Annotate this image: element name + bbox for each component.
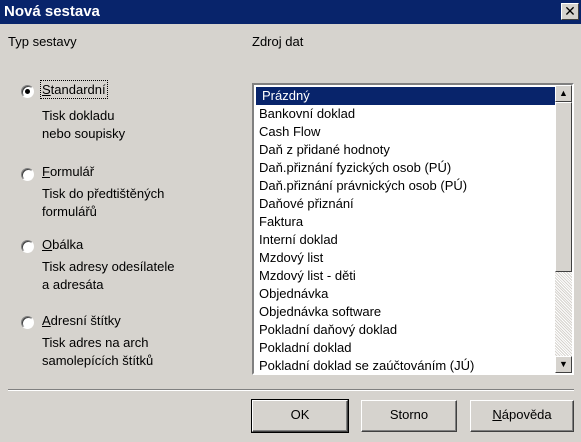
dialog-title: Nová sestava (4, 3, 100, 20)
radio-obalka[interactable] (21, 240, 34, 253)
list-item[interactable]: Objednávka software (256, 303, 556, 321)
report-type-heading: Typ sestavy (8, 34, 77, 49)
scroll-down-arrow-icon[interactable]: ▼ (555, 356, 572, 373)
title-bar[interactable]: Nová sestava ✕ (0, 0, 581, 24)
list-item[interactable]: Daň.přiznání fyzických osob (PÚ) (256, 159, 556, 177)
option-adresni-stitky-label[interactable]: Adresní štítky (42, 313, 121, 328)
radio-standardni[interactable] (21, 85, 34, 98)
option-obalka-desc1: Tisk adresy odesílatele (42, 259, 175, 274)
data-source-items: Prázdný Bankovní doklad Cash Flow Daň z … (256, 87, 556, 373)
radio-selected-dot (25, 89, 30, 94)
option-adresni-stitky-accel: A (42, 313, 51, 328)
list-item[interactable]: Pokladní doklad (256, 339, 556, 357)
option-standardni-rest: tandardní (50, 82, 106, 97)
help-button[interactable]: Nápověda (470, 400, 574, 432)
option-standardni-desc2: nebo soupisky (42, 126, 126, 141)
option-standardni-desc: Tisk dokladu nebo soupisky (42, 107, 125, 143)
help-button-rest: ápověda (501, 407, 552, 422)
option-obalka-accel: O (42, 237, 53, 252)
option-adresni-stitky-desc1: Tisk adres na arch (42, 335, 149, 350)
separator (8, 389, 574, 391)
option-adresni-stitky-rest: dresní štítky (50, 313, 121, 328)
vertical-scrollbar[interactable]: ▲ ▼ (555, 85, 572, 373)
option-formular-desc1: Tisk do předtištěných (42, 186, 165, 201)
list-item[interactable]: Objednávka (256, 285, 556, 303)
scroll-up-arrow-icon[interactable]: ▲ (555, 85, 572, 102)
list-item[interactable]: Daňové přiznání (256, 195, 556, 213)
option-formular-accel: F (42, 164, 50, 179)
radio-adresni-stitky[interactable] (21, 316, 34, 329)
list-item[interactable]: Daň z přidané hodnoty (256, 141, 556, 159)
ok-button[interactable]: OK (251, 399, 349, 433)
list-item[interactable]: Prázdný (256, 87, 556, 105)
help-button-accel: N (492, 407, 502, 422)
radio-formular[interactable] (21, 168, 34, 181)
storno-button[interactable]: Storno (361, 400, 457, 432)
option-formular-desc: Tisk do předtištěných formulářů (42, 185, 164, 221)
option-obalka-rest: bálka (52, 237, 84, 252)
option-formular-desc2: formulářů (42, 204, 97, 219)
option-formular-rest: ormulář (49, 164, 95, 179)
new-report-dialog: Nová sestava ✕ Typ sestavy Standardní Ti… (0, 0, 581, 442)
option-obalka-desc: Tisk adresy odesílatele a adresáta (42, 258, 174, 294)
list-item[interactable]: Faktura (256, 213, 556, 231)
list-item[interactable]: Pokladní daňový doklad (256, 321, 556, 339)
scroll-thumb[interactable] (555, 102, 572, 272)
option-adresni-stitky-desc2: samolepících štítků (42, 353, 154, 368)
list-item[interactable]: Daň.přiznání právnických osob (PÚ) (256, 177, 556, 195)
close-icon[interactable]: ✕ (561, 3, 579, 20)
list-item[interactable]: Mzdový list (256, 249, 556, 267)
option-obalka-desc2: a adresáta (42, 277, 104, 292)
list-item[interactable]: Cash Flow (256, 123, 556, 141)
list-item[interactable]: Bankovní doklad (256, 105, 556, 123)
list-item[interactable]: Mzdový list - děti (256, 267, 556, 285)
option-formular-label[interactable]: Formulář (42, 164, 94, 179)
option-standardni-accel: S (42, 82, 51, 97)
option-standardni-desc1: Tisk dokladu (42, 108, 115, 123)
list-item[interactable]: Interní doklad (256, 231, 556, 249)
option-standardni-label[interactable]: Standardní (40, 80, 108, 99)
data-source-listbox[interactable]: Prázdný Bankovní doklad Cash Flow Daň z … (252, 83, 574, 375)
option-obalka-label[interactable]: Obálka (42, 237, 83, 252)
data-source-heading: Zdroj dat (252, 34, 304, 49)
list-item[interactable]: Pokladní doklad se zaúčtováním (JÚ) (256, 357, 556, 373)
option-adresni-stitky-desc: Tisk adres na arch samolepících štítků (42, 334, 153, 370)
